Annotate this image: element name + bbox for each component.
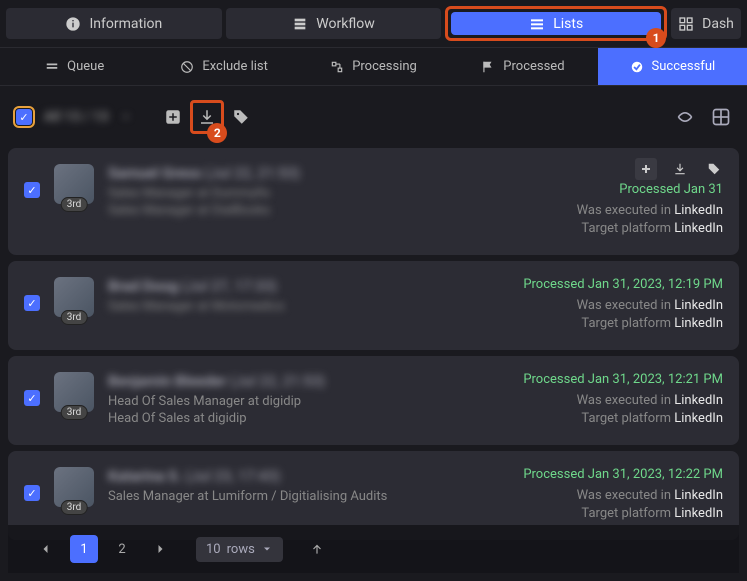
contact-name: Benjamin Bleeder (Jul 22, 21:53): [108, 372, 509, 390]
subtab-label: Processed: [503, 59, 564, 74]
card-download-button[interactable]: [669, 158, 691, 180]
contact-title-1: Head Of Sales Manager at digidip: [108, 394, 509, 409]
contact-title-1: Sales Manager at Dummyfix: [108, 186, 563, 201]
tag-icon: [232, 108, 250, 126]
processed-timestamp: Processed Jan 31, 2023, 12:19 PM: [523, 277, 723, 292]
tab-workflow[interactable]: Workflow: [226, 8, 442, 39]
target-platform: Target platform LinkedIn: [523, 316, 723, 331]
chevron-down-icon[interactable]: [120, 111, 132, 123]
select-all-checkbox[interactable]: ✓: [16, 109, 32, 125]
card-tag-button[interactable]: [703, 158, 725, 180]
workflow-icon: [292, 16, 308, 32]
pager-page-1[interactable]: 1: [70, 535, 98, 563]
row-checkbox[interactable]: ✓: [24, 390, 40, 406]
tab-label: Information: [89, 16, 162, 32]
pager-prev[interactable]: [32, 535, 60, 563]
subtab-label: Successful: [652, 59, 716, 74]
exec-platform: Was executed in LinkedIn: [523, 298, 723, 313]
queue-icon: [45, 60, 59, 74]
rows-label: rows: [227, 542, 255, 557]
flag-icon: [481, 60, 495, 74]
contact-card: ✓ 3rd Samuel Gress (Jul 22, 21:53) Sales…: [8, 148, 739, 255]
avatar: 3rd: [54, 164, 94, 204]
chevron-right-icon: [154, 543, 166, 555]
exec-platform: Was executed in LinkedIn: [523, 488, 723, 503]
exec-platform: Was executed in LinkedIn: [577, 203, 723, 218]
tab-label: Workflow: [316, 16, 375, 32]
contact-name: Brad Doog (Jul 27, 17:33): [108, 277, 509, 295]
tab-label: Lists: [553, 16, 583, 32]
subtab-queue[interactable]: Queue: [0, 48, 149, 85]
contact-card: ✓ 3rd Brad Doog (Jul 27, 17:33) Sales Ma…: [8, 261, 739, 350]
row-checkbox[interactable]: ✓: [24, 182, 40, 198]
tab-lists[interactable]: Lists: [451, 12, 661, 35]
target-platform: Target platform LinkedIn: [577, 221, 723, 236]
target-platform: Target platform LinkedIn: [523, 411, 723, 426]
row-checkbox[interactable]: ✓: [24, 295, 40, 311]
selection-summary: All 13 / 13: [44, 109, 108, 125]
connection-badge: 3rd: [61, 500, 88, 515]
tab-label: Dash: [702, 16, 734, 32]
pager-next[interactable]: [146, 535, 174, 563]
subtab-label: Queue: [67, 59, 104, 74]
subtab-processing[interactable]: Processing: [299, 48, 448, 85]
tag-button[interactable]: [224, 100, 258, 134]
contact-title-1: Sales Manager at Lumiform / Digitialisin…: [108, 489, 509, 504]
subtab-successful[interactable]: Successful: [598, 48, 747, 85]
contact-card: ✓ 3rd Benjamin Bleeder (Jul 22, 21:53) H…: [8, 356, 739, 445]
grid-view-icon[interactable]: [711, 107, 731, 127]
exec-platform: Was executed in LinkedIn: [523, 393, 723, 408]
contact-title-1: Sales Manager at Motomedics: [108, 299, 509, 314]
row-checkbox[interactable]: ✓: [24, 485, 40, 501]
check-icon: [630, 60, 644, 74]
subtab-processed[interactable]: Processed: [448, 48, 597, 85]
connection-badge: 3rd: [61, 405, 88, 420]
hide-icon[interactable]: [675, 107, 695, 127]
download-icon: [673, 162, 687, 176]
chevron-down-icon: [261, 543, 273, 555]
add-button[interactable]: [156, 100, 190, 134]
subtab-exclude[interactable]: Exclude list: [149, 48, 298, 85]
lists-icon: [529, 16, 545, 32]
contact-name: Samuel Gress (Jul 22, 21:53): [108, 164, 563, 182]
subtab-label: Exclude list: [202, 59, 268, 74]
avatar: 3rd: [54, 277, 94, 317]
contact-title-2: Sales Manager at DialBooks: [108, 203, 563, 218]
pager-to-top[interactable]: [303, 535, 331, 563]
plus-icon: [640, 163, 652, 175]
grid-icon: [678, 16, 694, 32]
rows-per-page[interactable]: 10 rows: [196, 537, 283, 562]
tag-icon: [707, 162, 721, 176]
arrow-up-icon: [310, 542, 324, 556]
tab-information[interactable]: Information: [6, 8, 222, 39]
rows-value: 10: [206, 542, 221, 557]
pager-page-2[interactable]: 2: [108, 535, 136, 563]
card-add-button[interactable]: [635, 158, 657, 180]
info-icon: [65, 16, 81, 32]
connection-badge: 3rd: [61, 197, 88, 212]
processing-icon: [330, 60, 344, 74]
tab-dash[interactable]: Dash: [671, 8, 741, 39]
step-badge-2: 2: [207, 123, 227, 143]
download-button[interactable]: 2: [190, 100, 224, 134]
exclude-icon: [180, 60, 194, 74]
subtab-label: Processing: [352, 59, 417, 74]
chevron-left-icon: [40, 543, 52, 555]
target-platform: Target platform LinkedIn: [523, 506, 723, 521]
contact-title-2: Head Of Sales at digidip: [108, 411, 509, 426]
step-badge-1: 1: [646, 28, 666, 48]
avatar: 3rd: [54, 372, 94, 412]
plus-icon: [164, 108, 182, 126]
avatar: 3rd: [54, 467, 94, 507]
processed-timestamp: Processed Jan 31, 2023, 12:22 PM: [523, 467, 723, 482]
contact-name: Katarina S. (Jul 23, 17:43): [108, 467, 509, 485]
processed-timestamp: Processed Jan 31: [577, 182, 723, 197]
processed-timestamp: Processed Jan 31, 2023, 12:21 PM: [523, 372, 723, 387]
connection-badge: 3rd: [61, 310, 88, 325]
